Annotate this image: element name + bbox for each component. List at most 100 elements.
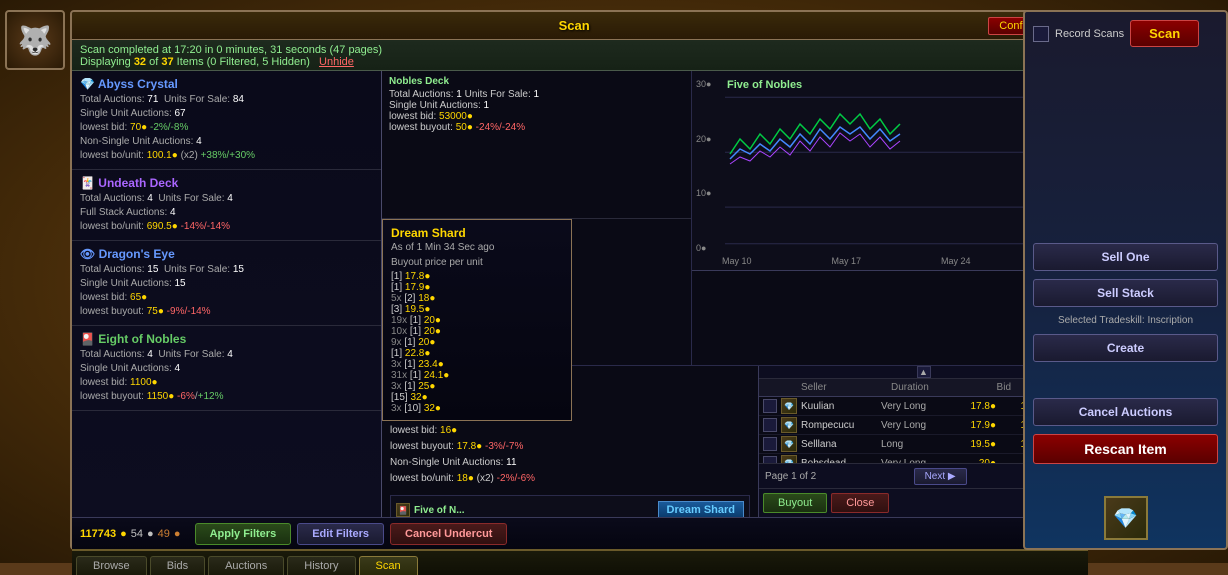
cancel-auctions-button[interactable]: Cancel Auctions	[1033, 398, 1218, 426]
tooltip-row: [1] 17.8●	[391, 271, 563, 282]
bid-cell: 17.8●	[946, 401, 996, 412]
copper-icon: ●	[174, 528, 181, 540]
tooltip-row: [15] 32●	[391, 392, 563, 403]
list-item[interactable]: 🃏 Undeath Deck Total Auctions: 4 Units F…	[72, 170, 381, 241]
silver-icon: ●	[147, 528, 154, 540]
apply-filters-button[interactable]: Apply Filters	[195, 523, 292, 545]
duration-cell: Very Long	[881, 401, 946, 412]
item-name: 👁 Dragon's Eye	[80, 247, 373, 261]
item-name: 🃏 Undeath Deck	[80, 176, 373, 190]
scroll-up-button[interactable]: ▲	[917, 366, 931, 378]
scan-button[interactable]: Scan	[1130, 20, 1199, 47]
tab-auctions[interactable]: Auctions	[208, 556, 284, 575]
title-bar: Scan Configure ×	[72, 12, 1088, 40]
item-list-panel: 💎 Abyss Crystal Total Auctions: 71 Units…	[72, 71, 382, 517]
seller-cell: Kuulian	[801, 401, 881, 412]
buyout-button[interactable]: Buyout	[763, 493, 827, 513]
status-bar: Scan completed at 17:20 in 0 minutes, 31…	[72, 40, 1088, 71]
seller-cell: Selllana	[801, 439, 881, 450]
dream-shard-badge: Dream Shard	[658, 501, 744, 517]
tooltip-buyout-label: Buyout price per unit	[391, 257, 563, 268]
status-line1: Scan completed at 17:20 in 0 minutes, 31…	[80, 44, 1080, 56]
seller-cell: Rompecucu	[801, 420, 881, 431]
tooltip-subtitle: As of 1 Min 34 Sec ago	[391, 242, 563, 253]
record-scans-checkbox[interactable]	[1033, 26, 1049, 42]
item-stats: Total Auctions: 4 Units For Sale: 4 Full…	[80, 192, 373, 234]
edit-filters-button[interactable]: Edit Filters	[297, 523, 384, 545]
tab-bids[interactable]: Bids	[150, 556, 205, 575]
close-popup-button[interactable]: Close	[831, 493, 889, 513]
total-count: 37	[161, 56, 173, 68]
tooltip-row: 3x [1] 25●	[391, 381, 563, 392]
gold-amount: 117743	[80, 528, 116, 540]
list-item[interactable]: 💎 Abyss Crystal Total Auctions: 71 Units…	[72, 71, 381, 170]
cancel-undercut-button[interactable]: Cancel Undercut	[390, 523, 507, 545]
tooltip-row: 5x [2] 18●	[391, 293, 563, 304]
chart-y-labels: 30● 20● 10● 0●	[696, 79, 711, 253]
selected-item-icon: 💎	[1104, 496, 1148, 540]
duration-cell: Long	[881, 439, 946, 450]
create-button[interactable]: Create	[1033, 334, 1218, 362]
list-item[interactable]: 🎴 Eight of Nobles Total Auctions: 4 Unit…	[72, 326, 381, 411]
tooltip-row: 3x [1] 23.4●	[391, 359, 563, 370]
dream-shard-tooltip: Dream Shard As of 1 Min 34 Sec ago Buyou…	[382, 219, 572, 421]
item-name: 🎴 Eight of Nobles	[80, 332, 373, 346]
spacer3	[1033, 472, 1218, 488]
status-suffix: Items (0 Filtered, 5 Hidden)	[177, 56, 310, 68]
bid-cell: 19.5●	[946, 439, 996, 450]
next-page-button[interactable]: Next ▶	[914, 468, 967, 485]
currency-display: 117743 ● 54 ● 49 ●	[80, 528, 181, 540]
spacer2	[1033, 370, 1218, 390]
seller-header: Seller	[801, 382, 891, 393]
right-side-panel: Record Scans Scan Sell One Sell Stack Se…	[1023, 10, 1228, 550]
list-item[interactable]: 👁 Dragon's Eye Total Auctions: 15 Units …	[72, 241, 381, 326]
duration-cell: Very Long	[881, 420, 946, 431]
tab-bar: Browse Bids Auctions History Scan	[72, 549, 1088, 575]
silver-amount: 54	[131, 528, 143, 540]
five-nobles-detail: 🎴 Five of N... Dream Shard Single Unit A…	[390, 495, 750, 517]
rescan-item-button[interactable]: Rescan Item	[1033, 434, 1218, 464]
page-indicator: Page 1 of 2	[765, 471, 816, 482]
item-icon: 💎	[781, 436, 797, 452]
item-name: 💎 Abyss Crystal	[80, 77, 373, 91]
tooltip-row: 31x [1] 24.1●	[391, 370, 563, 381]
item-icon: 💎	[781, 398, 797, 414]
record-scans-row: Record Scans Scan	[1033, 20, 1218, 47]
duration-header: Duration	[891, 382, 961, 393]
tooltip-row: 9x [1] 20●	[391, 337, 563, 348]
sell-stack-button[interactable]: Sell Stack	[1033, 279, 1218, 307]
sell-one-button[interactable]: Sell One	[1033, 243, 1218, 271]
copper-amount: 49	[158, 528, 170, 540]
chart-item-label: Five of Nobles	[727, 79, 802, 91]
bid-header: Bid	[961, 382, 1011, 393]
main-window: Scan Configure × Scan completed at 17:20…	[70, 10, 1090, 550]
status-mid: of	[149, 56, 161, 68]
unhide-button[interactable]: Unhide	[319, 56, 354, 68]
tab-browse[interactable]: Browse	[76, 556, 147, 575]
tooltip-row: [1] 17.9●	[391, 282, 563, 293]
row-checkbox[interactable]	[763, 437, 777, 451]
tooltip-row: 10x [1] 20●	[391, 326, 563, 337]
status-line2: Displaying 32 of 37 Items (0 Filtered, 5…	[80, 56, 1080, 68]
five-nobles-panel: Five of Nobles Total Auctions: 3 Units F…	[382, 219, 691, 366]
middle-panel: Nobles Deck Total Auctions: 1 Units For …	[382, 71, 1088, 517]
item-stats: Total Auctions: 71 Units For Sale: 84 Si…	[80, 93, 373, 163]
row-checkbox[interactable]	[763, 399, 777, 413]
row-checkbox[interactable]	[763, 456, 777, 463]
content-area: 💎 Abyss Crystal Total Auctions: 71 Units…	[72, 71, 1088, 517]
item-icon: 💎	[781, 417, 797, 433]
row-checkbox[interactable]	[763, 418, 777, 432]
item-icon: 💎	[781, 455, 797, 463]
nobles-deck-panel: Nobles Deck Total Auctions: 1 Units For …	[382, 71, 691, 219]
status-prefix: Displaying	[80, 56, 134, 68]
gold-icon: ●	[120, 528, 127, 540]
tooltip-row: 19x [1] 20●	[391, 315, 563, 326]
tooltip-row: [1] 22.8●	[391, 348, 563, 359]
record-scans-label: Record Scans	[1055, 28, 1124, 40]
tooltip-row: [3] 19.5●	[391, 304, 563, 315]
tab-scan[interactable]: Scan	[359, 556, 418, 575]
bottom-bar: 117743 ● 54 ● 49 ● Apply Filters Edit Fi…	[72, 517, 1088, 549]
tradeskill-label: Selected Tradeskill: Inscription	[1033, 315, 1218, 326]
tooltip-row: 3x [10] 32●	[391, 403, 563, 414]
tab-history[interactable]: History	[287, 556, 355, 575]
